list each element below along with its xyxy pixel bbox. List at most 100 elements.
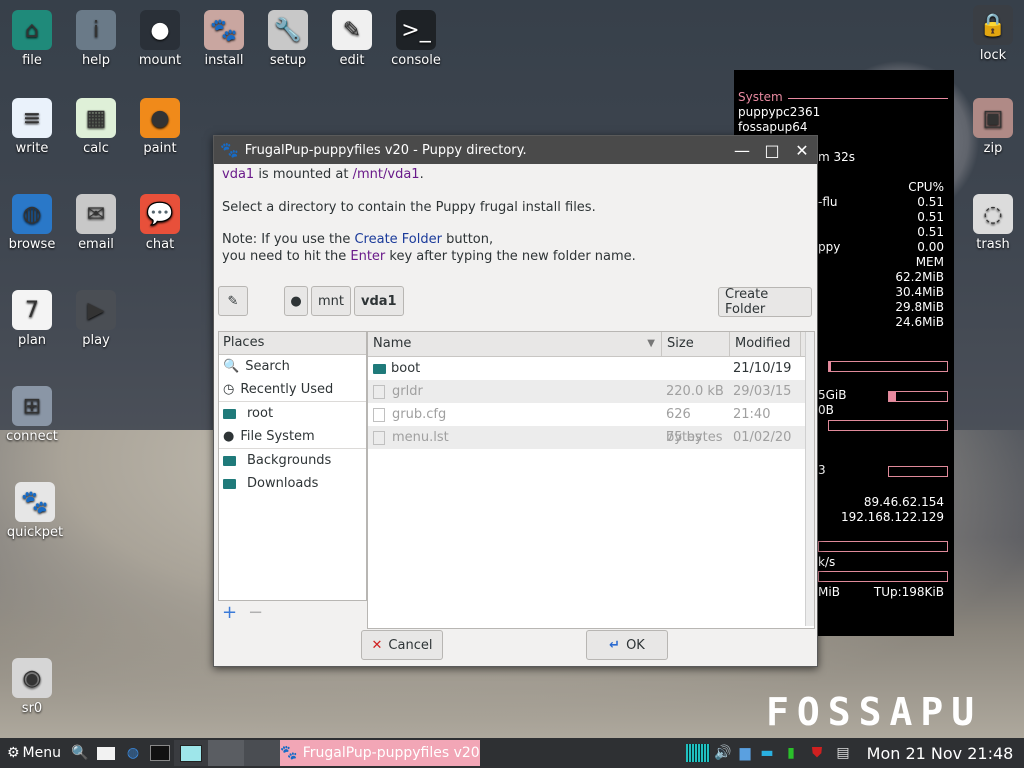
desktop-icon-calc[interactable]: ▦ calc [64, 98, 128, 156]
clock[interactable]: Mon 21 Nov 21:48 [856, 740, 1024, 766]
desktop-icon-paint[interactable]: ● paint [128, 98, 192, 156]
menu-button[interactable]: ⚙ Menu [0, 740, 68, 766]
clock-icon: ◷ [223, 382, 235, 397]
save-tray[interactable]: ▮ [778, 740, 804, 766]
file-row[interactable]: menu.lst 75 bytes 01/02/20 [368, 426, 814, 449]
column-label: Name [373, 336, 412, 351]
desktop-icon-browse[interactable]: ◍ browse [0, 194, 64, 252]
enter-icon: ↵ [609, 637, 621, 653]
note-text: key after typing the new folder name. [385, 249, 636, 264]
system-label: System [738, 90, 783, 104]
column-size[interactable]: Size [662, 332, 730, 356]
clipboard-tray[interactable]: ▤ [830, 740, 856, 766]
terminal-launcher[interactable] [146, 740, 174, 766]
mem-value: 29.8MiB [895, 300, 944, 314]
desktop-icon-file[interactable]: ⌂ file [0, 10, 64, 68]
desktop-icon-quickpet[interactable]: 🐾 quickpet [3, 482, 67, 540]
desktop-icon-connect[interactable]: ⊞ connect [0, 386, 64, 444]
desktop-icon-sr0[interactable]: ◉ sr0 [0, 658, 64, 716]
minimize-icon[interactable]: — [727, 141, 757, 160]
workspace-1[interactable] [174, 740, 208, 766]
places-item-search[interactable]: 🔍 Search [219, 355, 366, 378]
desktop-icon-install[interactable]: 🐾 install [192, 10, 256, 68]
places-item-root[interactable]: root [219, 402, 366, 425]
desktop-icon-edit[interactable]: ✎ edit [320, 10, 384, 68]
file-name: boot [391, 361, 421, 376]
file-icon [373, 430, 385, 445]
mem-value: 24.6MiB [895, 315, 944, 329]
file-size: 220.0 kB [666, 384, 724, 399]
proc-name: ppy [818, 240, 841, 254]
ok-button[interactable]: ↵ OK [586, 630, 668, 660]
edit-location-button[interactable]: ✎ [218, 286, 248, 316]
edit-icon: ✎ [332, 10, 372, 50]
dialog-titlebar[interactable]: 🐾 FrugalPup-puppyfiles v20 - Puppy direc… [214, 136, 817, 164]
desktop-icon-label: browse [8, 237, 56, 252]
desktop-icon-help[interactable]: i help [64, 10, 128, 68]
workspace-2[interactable] [208, 740, 244, 766]
places-item-recent[interactable]: ◷ Recently Used [219, 378, 366, 401]
disk-bar [828, 420, 948, 431]
remove-bookmark-icon[interactable]: − [248, 602, 263, 623]
desktop-icon-trash[interactable]: ◌ trash [961, 194, 1024, 252]
proc-cpu: 0.51 [917, 195, 944, 209]
note-text: you need to hit the [222, 249, 351, 264]
add-bookmark-icon[interactable]: + [222, 602, 237, 623]
file-modified: 21:40 [733, 407, 771, 422]
desktop-icon-write[interactable]: ≡ write [0, 98, 64, 156]
desktop-icon-label: email [78, 237, 114, 252]
browser-launcher[interactable]: ◍ [120, 740, 146, 766]
create-folder-button[interactable]: Create Folder [718, 287, 812, 317]
network-tray[interactable]: ▆ [734, 740, 756, 766]
terminal-icon [150, 745, 170, 761]
desktop-icon-zip[interactable]: ▣ zip [961, 98, 1024, 156]
proc-name: -flu [818, 195, 838, 209]
desktop-icon-email[interactable]: ✉ email [64, 194, 128, 252]
places-item-downloads[interactable]: Downloads [219, 472, 366, 495]
desktop-icon-label: calc [83, 141, 109, 156]
root-path-button[interactable]: ● [284, 286, 308, 316]
drive-tray[interactable]: ▬ [756, 740, 778, 766]
workspace-3[interactable] [244, 740, 280, 766]
maximize-icon[interactable]: □ [757, 141, 787, 160]
firewall-tray[interactable]: ⛊ [804, 740, 830, 766]
cancel-button[interactable]: ✕ Cancel [361, 630, 443, 660]
cpu-header: CPU% [908, 180, 944, 194]
file-row[interactable]: grub.cfg 626 bytes 21:40 [368, 403, 814, 445]
path-button-mnt[interactable]: mnt [311, 286, 351, 316]
up-total: TUp:198KiB [873, 585, 944, 599]
desktop-icon-console[interactable]: >_ console [384, 10, 448, 68]
places-header: Places [219, 332, 366, 355]
dialog-title: FrugalPup-puppyfiles v20 - Puppy directo… [244, 142, 527, 158]
path-button-vda1[interactable]: vda1 [354, 286, 404, 316]
volume-tray[interactable]: 🔊 [712, 740, 734, 766]
places-label: Recently Used [240, 382, 334, 397]
desktop-icon-label: help [81, 53, 111, 68]
close-icon[interactable]: ✕ [787, 141, 817, 160]
search-launcher[interactable]: 🔍 [68, 740, 92, 766]
places-item-backgrounds[interactable]: Backgrounds [219, 449, 366, 472]
divider [788, 98, 948, 99]
desktop-icon-lock[interactable]: 🔒 lock [961, 5, 1024, 63]
help-icon: i [76, 10, 116, 50]
file-size [661, 357, 728, 380]
file-row[interactable]: grldr 220.0 kB 29/03/15 [368, 380, 814, 403]
file-row[interactable]: boot 21/10/19 [368, 357, 814, 380]
column-modified[interactable]: Modified [730, 332, 801, 356]
task-frugalpup[interactable]: 🐾 FrugalPup-puppyfiles v20 [280, 740, 480, 766]
desktop-icon-mount[interactable]: ● mount [128, 10, 192, 68]
places-item-filesystem[interactable]: ● File System [219, 425, 366, 448]
desktop-icon-play[interactable]: ▶ play [64, 290, 128, 348]
plan-icon: 7 [12, 290, 52, 330]
proc-cpu: 0.51 [917, 225, 944, 239]
desktop-icon-label: trash [976, 237, 1010, 252]
desktop-icon-plan[interactable]: 7 plan [0, 290, 64, 348]
desktop-icon-setup[interactable]: 🔧 setup [256, 10, 320, 68]
show-desktop-launcher[interactable] [92, 740, 120, 766]
scrollbar[interactable] [805, 332, 814, 626]
places-label: Backgrounds [247, 453, 332, 468]
cpu-monitor-tray[interactable] [684, 740, 712, 766]
note-text: Note: If you use the [222, 232, 355, 247]
column-name[interactable]: Name ▼ [368, 332, 662, 356]
desktop-icon-chat[interactable]: 💬 chat [128, 194, 192, 252]
